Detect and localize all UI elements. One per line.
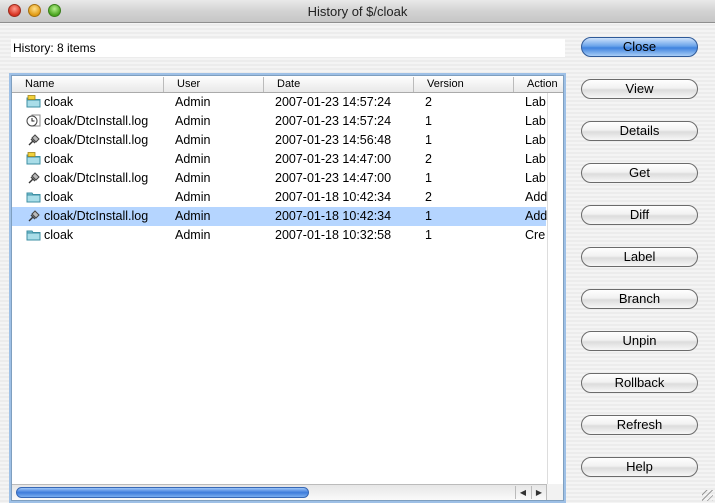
file-clock-icon xyxy=(26,114,44,128)
table-row[interactable]: cloak Admin 2007-01-23 14:47:00 2 Lab xyxy=(12,150,546,169)
resize-grip-icon[interactable] xyxy=(702,490,713,501)
label-button[interactable]: Label xyxy=(581,247,698,267)
cell-date: 2007-01-23 14:56:48 xyxy=(275,133,392,147)
view-button[interactable]: View xyxy=(581,79,698,99)
file-pin-icon xyxy=(26,133,44,147)
table-row[interactable]: cloak/DtcInstall.log Admin 2007-01-18 10:4… xyxy=(12,207,547,226)
table-row[interactable]: cloak Admin 2007-01-23 14:57:24 2 Lab xyxy=(12,93,546,112)
horizontal-scrollbar[interactable]: ◀ ▶ xyxy=(12,484,563,500)
table-row[interactable]: cloak Admin 2007-01-18 10:32:58 1 Cre xyxy=(12,226,546,245)
row-name-text: cloak/DtcInstall.log xyxy=(44,114,149,128)
cell-user: Admin xyxy=(175,133,211,147)
cell-version: 2 xyxy=(425,190,432,204)
row-name-text: cloak/DtcInstall.log xyxy=(44,209,149,223)
cell-version: 2 xyxy=(425,152,432,166)
cell-version: 1 xyxy=(425,228,432,242)
vertical-scrollbar[interactable] xyxy=(547,93,563,484)
cell-name: cloak/DtcInstall.log xyxy=(26,112,166,131)
table-body: cloak Admin 2007-01-23 14:57:24 2 Lab cloak/D… xyxy=(12,93,547,245)
table-row[interactable]: cloak Admin 2007-01-18 10:42:34 2 Add xyxy=(12,188,547,207)
title-bar: History of $/cloak xyxy=(0,0,715,23)
cell-action: Lab xyxy=(525,95,546,109)
file-pin-icon xyxy=(26,209,44,223)
branch-button[interactable]: Branch xyxy=(581,289,698,309)
cell-version: 1 xyxy=(425,114,432,128)
cell-name: cloak/DtcInstall.log xyxy=(26,169,166,188)
cell-name: cloak xyxy=(26,93,166,112)
folder-label-icon xyxy=(26,152,44,166)
cell-date: 2007-01-18 10:42:34 xyxy=(275,190,392,204)
table-row[interactable]: cloak/DtcInstall.log Admin 2007-01-23 14:5… xyxy=(12,131,546,150)
rollback-button[interactable]: Rollback xyxy=(581,373,698,393)
cell-user: Admin xyxy=(175,209,211,223)
folder-icon xyxy=(26,190,44,204)
row-name-text: cloak xyxy=(44,190,74,204)
help-button[interactable]: Help xyxy=(581,457,698,477)
row-name-text: cloak/DtcInstall.log xyxy=(44,171,149,185)
row-name-text: cloak xyxy=(44,152,74,166)
cell-action: Lab xyxy=(525,152,546,166)
cell-action: Lab xyxy=(525,171,546,185)
cell-name: cloak xyxy=(26,188,166,207)
folder-icon xyxy=(26,228,44,242)
refresh-button[interactable]: Refresh xyxy=(581,415,698,435)
cell-user: Admin xyxy=(175,152,211,166)
cell-version: 1 xyxy=(425,209,432,223)
cell-action: Add xyxy=(525,209,547,223)
cell-version: 1 xyxy=(425,133,432,147)
window-title: History of $/cloak xyxy=(307,4,408,19)
column-header-action[interactable]: Action xyxy=(514,77,563,92)
column-header-name[interactable]: Name xyxy=(12,77,164,92)
table-row[interactable]: cloak/DtcInstall.log Admin 2007-01-23 14:4… xyxy=(12,169,546,188)
cell-date: 2007-01-18 10:32:58 xyxy=(275,228,392,242)
cell-action: Add xyxy=(525,190,547,204)
cell-user: Admin xyxy=(175,95,211,109)
history-count: History: 8 items xyxy=(11,39,565,57)
column-header-date[interactable]: Date xyxy=(264,77,414,92)
cell-user: Admin xyxy=(175,228,211,242)
row-name-text: cloak xyxy=(44,228,74,242)
cell-date: 2007-01-23 14:57:24 xyxy=(275,95,392,109)
cell-action: Lab xyxy=(525,114,546,128)
details-button[interactable]: Details xyxy=(581,121,698,141)
cell-name: cloak xyxy=(26,226,166,245)
history-table[interactable]: Name User Date Version Action cloak Admin… xyxy=(11,75,564,501)
diff-button[interactable]: Diff xyxy=(581,205,698,225)
cell-action: Lab xyxy=(525,133,546,147)
row-name-text: cloak/DtcInstall.log xyxy=(44,133,149,147)
cell-user: Admin xyxy=(175,114,211,128)
row-name-text: cloak xyxy=(44,95,74,109)
cell-date: 2007-01-23 14:47:00 xyxy=(275,171,392,185)
cell-version: 2 xyxy=(425,95,432,109)
column-header-user[interactable]: User xyxy=(164,77,264,92)
scroll-left-arrow-icon[interactable]: ◀ xyxy=(515,486,530,499)
horizontal-scroll-thumb[interactable] xyxy=(16,487,309,498)
folder-label-icon xyxy=(26,95,44,109)
scroll-corner xyxy=(546,484,563,500)
column-header-version[interactable]: Version xyxy=(414,77,514,92)
get-button[interactable]: Get xyxy=(581,163,698,183)
cell-version: 1 xyxy=(425,171,432,185)
unpin-button[interactable]: Unpin xyxy=(581,331,698,351)
table-header: Name User Date Version Action xyxy=(12,76,563,93)
table-row[interactable]: cloak/DtcInstall.log Admin 2007-01-23 14:5… xyxy=(12,112,546,131)
cell-user: Admin xyxy=(175,190,211,204)
cell-name: cloak/DtcInstall.log xyxy=(26,131,166,150)
cell-user: Admin xyxy=(175,171,211,185)
cell-date: 2007-01-23 14:47:00 xyxy=(275,152,392,166)
cell-date: 2007-01-23 14:57:24 xyxy=(275,114,392,128)
cell-name: cloak xyxy=(26,150,166,169)
cell-action: Cre xyxy=(525,228,546,242)
scroll-right-arrow-icon[interactable]: ▶ xyxy=(531,486,546,499)
cell-name: cloak/DtcInstall.log xyxy=(26,207,166,226)
cell-date: 2007-01-18 10:42:34 xyxy=(275,209,392,223)
file-pin-icon xyxy=(26,171,44,185)
close-button[interactable]: Close xyxy=(581,37,698,57)
